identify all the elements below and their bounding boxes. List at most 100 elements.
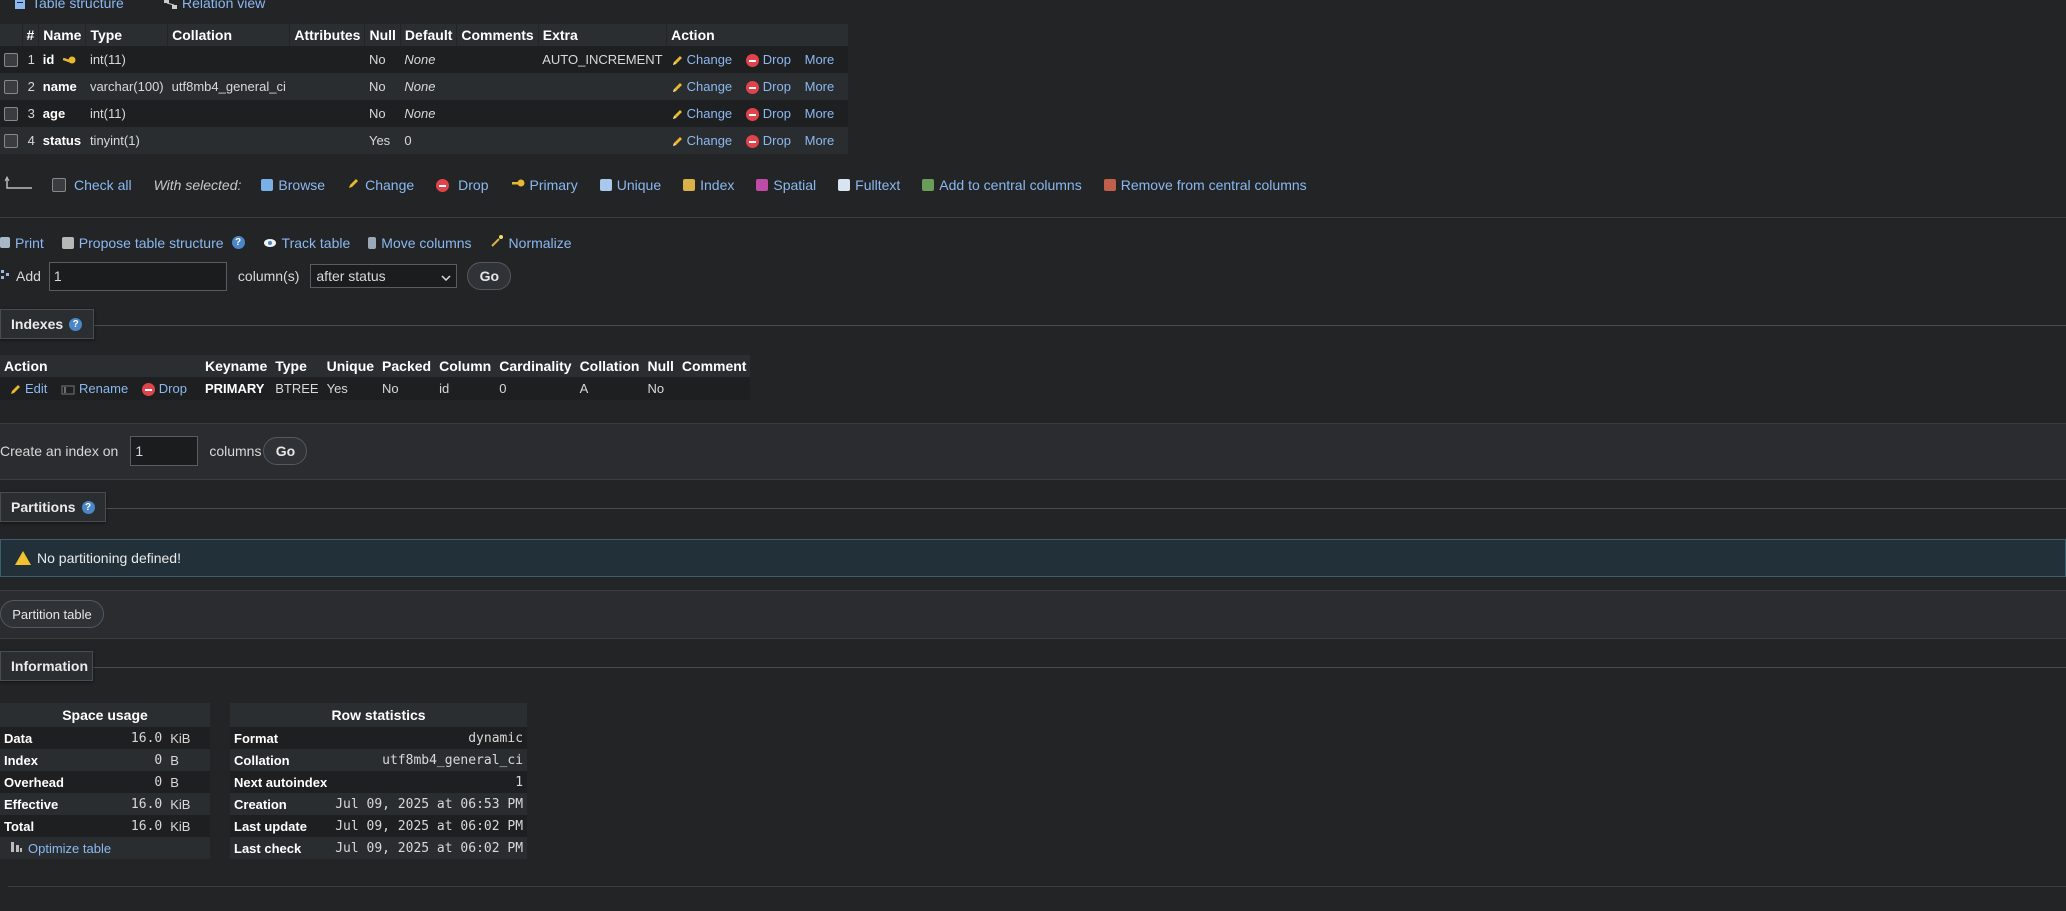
change-button[interactable]: Change (671, 106, 732, 121)
optimize-table-link[interactable]: Optimize table (10, 841, 111, 856)
propose-structure-link[interactable]: Propose table structure (61, 234, 224, 251)
bulk-primary-button[interactable]: Primary (511, 177, 578, 193)
drop-icon (745, 81, 759, 95)
create-index-count-input[interactable]: 1 (130, 436, 199, 466)
bulk-label: Drop (458, 177, 489, 193)
add-central-icon (922, 179, 935, 191)
pencil-icon (671, 135, 684, 148)
index-edit-button[interactable]: Edit (9, 381, 47, 396)
bulk-browse-button[interactable]: Browse (261, 177, 325, 193)
idx-header-packed: Packed (378, 355, 436, 377)
more-button[interactable]: More (805, 52, 835, 67)
help-icon[interactable]: ? (69, 317, 83, 331)
bulk-remove-central-button[interactable]: Remove from central columns (1103, 177, 1307, 193)
rowstat-label: Last update (230, 815, 332, 837)
more-button[interactable]: More (805, 106, 835, 121)
check-all-link[interactable]: Check all (74, 177, 132, 193)
index-keyname: PRIMARY (200, 377, 272, 400)
help-icon[interactable]: ? (231, 236, 245, 249)
column-position-select[interactable]: after status (310, 264, 458, 288)
bulk-fulltext-button[interactable]: Fulltext (838, 177, 900, 193)
drop-button[interactable]: Drop (745, 105, 791, 122)
rowstat-row: Last check Jul 09, 2025 at 06:02 PM (230, 837, 528, 859)
row-checkbox[interactable] (4, 134, 18, 149)
change-button[interactable]: Change (671, 133, 732, 148)
space-unit: B (166, 771, 210, 793)
add-columns-count-input[interactable]: 1 (48, 261, 227, 291)
idx-header-unique: Unique (322, 355, 379, 377)
create-index-label: Create an index on (0, 443, 119, 459)
row-checkbox[interactable] (4, 107, 18, 122)
column-attributes (289, 46, 365, 73)
normalize-link[interactable]: Normalize (490, 234, 572, 251)
drop-button[interactable]: Drop (745, 79, 791, 95)
rowstat-label: Next autoindex (230, 771, 332, 793)
drop-label: Drop (762, 105, 791, 121)
column-attributes (289, 100, 365, 127)
index-unique: Yes (322, 377, 379, 400)
pencil-icon (9, 383, 22, 396)
help-icon[interactable]: ? (81, 500, 95, 514)
bulk-label: Browse (278, 177, 326, 193)
move-label: Move columns (381, 234, 472, 251)
bulk-unique-button[interactable]: Unique (599, 177, 661, 193)
table-tools-bar: Print Propose table structure ? Track ta… (0, 234, 590, 251)
create-index-band (0, 423, 2066, 480)
tab-relation-view[interactable]: Relation view (164, 0, 265, 12)
print-link[interactable]: Print (0, 235, 44, 251)
propose-label: Propose table structure (78, 234, 224, 251)
check-all-checkbox[interactable] (52, 178, 66, 192)
row-num: 4 (22, 127, 39, 154)
drop-label: Drop (762, 51, 791, 67)
chevron-down-icon (441, 268, 451, 284)
more-button[interactable]: More (805, 79, 835, 94)
column-comments (456, 127, 539, 154)
space-row: Overhead 0 B (0, 771, 210, 793)
drop-icon (436, 178, 450, 192)
bulk-label: Index (700, 177, 735, 193)
drop-button[interactable]: Drop (745, 51, 791, 68)
column-extra (538, 127, 667, 154)
remove-central-icon (1103, 179, 1116, 191)
bulk-change-button[interactable]: Change (347, 177, 414, 193)
create-index-go-button[interactable]: Go (263, 437, 308, 465)
bulk-drop-button[interactable]: Drop (436, 177, 489, 193)
row-checkbox[interactable] (4, 53, 18, 68)
col-header-name[interactable]: Name (38, 24, 87, 46)
rowstat-row: Next autoindex 1 (230, 771, 528, 793)
indexes-header-row: Action Keyname Type Unique Packed Column… (0, 355, 751, 377)
space-value: 16.0 (105, 815, 167, 837)
index-drop-button[interactable]: Drop (141, 381, 187, 397)
print-icon (0, 237, 10, 248)
column-default: 0 (400, 127, 457, 154)
index-rename-button[interactable]: Rename (61, 381, 128, 396)
drop-label: Drop (762, 132, 791, 148)
track-table-link[interactable]: Track table (263, 235, 350, 251)
position-value: after status (316, 268, 386, 284)
tab-table-structure[interactable]: Table structure (14, 0, 124, 12)
move-columns-link[interactable]: Move columns (368, 234, 472, 251)
change-label: Change (686, 78, 733, 94)
rename-label: Rename (79, 380, 129, 396)
table-row: 2 name varchar(100) utf8mb4_general_ci N… (0, 73, 849, 100)
partitions-title-label: Partitions (11, 499, 76, 515)
change-button[interactable]: Change (671, 52, 732, 67)
drop-icon (745, 108, 759, 122)
indexes-section-title: Indexes? (0, 309, 94, 339)
index-packed: No (378, 377, 436, 400)
space-label: Effective (0, 793, 106, 815)
row-num: 1 (22, 46, 39, 73)
column-attributes (289, 127, 365, 154)
bulk-spatial-button[interactable]: Spatial (756, 177, 816, 193)
row-checkbox[interactable] (4, 80, 18, 95)
add-columns-go-button[interactable]: Go (467, 262, 512, 290)
section-divider (0, 508, 2066, 509)
drop-button[interactable]: Drop (745, 132, 791, 149)
more-button[interactable]: More (805, 133, 835, 148)
partition-table-button[interactable]: Partition table (0, 600, 104, 628)
bulk-index-button[interactable]: Index (683, 177, 734, 193)
bulk-add-central-button[interactable]: Add to central columns (922, 177, 1082, 193)
change-button[interactable]: Change (671, 78, 733, 94)
add-label: Add (16, 268, 41, 284)
pencil-icon (671, 54, 684, 67)
